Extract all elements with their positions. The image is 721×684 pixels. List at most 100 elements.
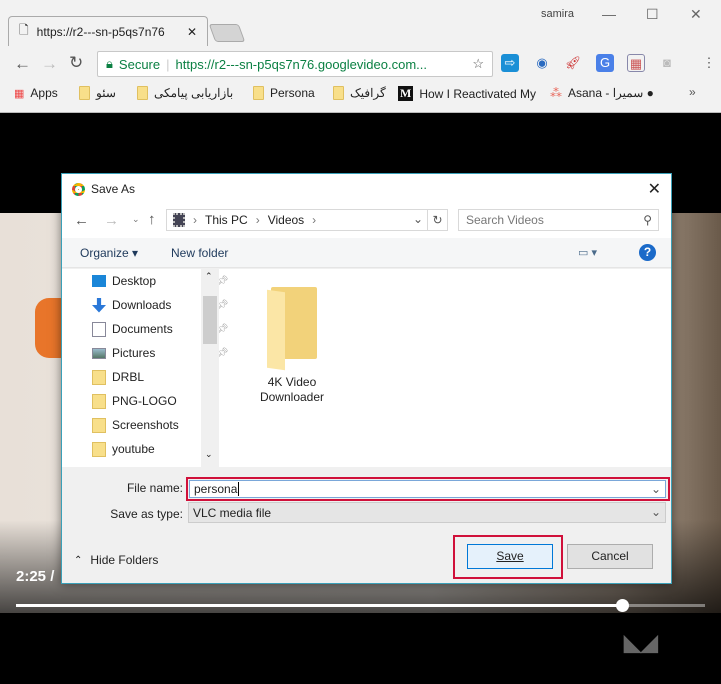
recent-chevron-icon[interactable]: ⌄ <box>132 214 140 225</box>
file-name-input[interactable]: persona ⌄ <box>189 480 666 498</box>
bookmark-apps[interactable]: ▦ Apps <box>14 86 58 100</box>
maximize-icon[interactable]: ☐ <box>646 6 659 23</box>
bookmark-folder[interactable]: بازاریابی پیامکی <box>137 86 233 100</box>
bookmark-link[interactable]: ⁂ Asana - سمیرا ● <box>550 86 654 100</box>
profile-name[interactable]: samira <box>541 8 574 20</box>
folder-icon <box>137 86 148 100</box>
menu-icon[interactable]: ⋮ <box>700 54 718 72</box>
nav-item-png-logo[interactable]: PNG-LOGO <box>92 391 177 411</box>
nav-item-label: youtube <box>112 442 155 456</box>
view-options-icon[interactable]: ▭ ▾ <box>578 246 597 259</box>
back-icon[interactable]: ← <box>74 212 89 229</box>
browser-tab[interactable]: 🗋 https://r2---sn-p5qs7n76 ✕ <box>8 16 208 46</box>
watermark-logo: ◢◣ <box>624 630 658 655</box>
camera-icon[interactable]: ◙ <box>658 54 676 72</box>
cancel-button[interactable]: Cancel <box>567 544 653 569</box>
scroll-up-icon[interactable]: ⌃ <box>205 271 213 282</box>
folder-icon <box>92 393 106 409</box>
bookmark-label: بازاریابی پیامکی <box>154 86 234 100</box>
dialog-titlebar: Save As ✕ <box>62 174 671 204</box>
browser-chrome: 🗋 https://r2---sn-p5qs7n76 ✕ samira — ☐ … <box>0 0 721 113</box>
nav-item-youtube[interactable]: youtube <box>92 439 155 459</box>
scroll-down-icon[interactable]: ⌄ <box>205 449 213 460</box>
rocket-icon[interactable]: 🚀︎ <box>564 54 582 72</box>
video-time: 2:25 / <box>16 568 55 585</box>
save-type-label: Save as type: <box>110 507 183 521</box>
new-folder-button[interactable]: New folder <box>171 246 228 260</box>
save-type-select[interactable]: VLC media file ⌄ <box>188 502 666 523</box>
nav-scrollbar[interactable]: ⌃ ⌄ <box>201 269 219 467</box>
bookmark-folder[interactable]: Persona <box>253 86 315 100</box>
up-icon[interactable]: ↑ <box>148 211 156 228</box>
nav-item-downloads[interactable]: Downloads 📌︎ <box>92 295 229 315</box>
close-icon[interactable]: ✕ <box>648 179 661 199</box>
folder-icon <box>92 417 106 433</box>
hide-folders-label: Hide Folders <box>90 553 159 567</box>
extension-icon[interactable]: ⇨ <box>501 54 519 72</box>
hide-folders-button[interactable]: ⌃ Hide Folders <box>74 553 158 567</box>
chevron-down-icon[interactable]: ⌄ <box>651 505 661 519</box>
chevron-down-icon[interactable]: ⌄ <box>413 212 423 226</box>
pictures-icon <box>92 347 106 359</box>
nav-item-drbl[interactable]: DRBL <box>92 367 144 387</box>
progress-fill <box>16 604 623 607</box>
forward-icon[interactable]: → <box>104 212 119 229</box>
breadcrumb-item[interactable]: Videos <box>268 213 304 227</box>
reload-icon[interactable]: ↻ <box>69 53 83 73</box>
search-input[interactable]: Search Videos ⚲ <box>458 209 659 231</box>
documents-icon <box>92 321 106 337</box>
secure-label: Secure <box>118 56 161 72</box>
desktop-icon <box>92 275 106 287</box>
video-progress-bar[interactable] <box>16 599 705 612</box>
breadcrumb[interactable]: › This PC › Videos › ⌄ ↻ <box>166 209 448 231</box>
forward-icon[interactable]: → <box>41 54 58 74</box>
videos-library-icon <box>173 213 185 227</box>
chevron-down-icon[interactable]: ⌄ <box>651 482 661 496</box>
save-button[interactable]: Save <box>467 544 553 569</box>
nav-item-pictures[interactable]: Pictures 📌︎ <box>92 343 229 363</box>
nav-item-label: Pictures <box>112 346 156 360</box>
bookmark-folder[interactable]: سئو <box>79 86 116 100</box>
bookmark-star-icon[interactable]: ☆ <box>472 56 484 72</box>
bookmark-label: گرافیک <box>350 86 386 100</box>
close-window-icon[interactable]: ✕ <box>690 6 702 23</box>
dialog-title: Save As <box>91 182 136 196</box>
help-icon[interactable]: ? <box>639 244 656 261</box>
bookmark-folder[interactable]: گرافیک <box>333 86 386 100</box>
downloads-icon <box>92 297 106 313</box>
scroll-thumb[interactable] <box>203 296 217 344</box>
nav-item-label: Screenshots <box>112 418 179 432</box>
extension-icon[interactable]: ▦ <box>627 54 645 72</box>
lock-icon: 🔒︎ <box>106 56 113 71</box>
extension-icon[interactable]: ◉ <box>533 54 551 72</box>
folder-icon <box>267 287 317 371</box>
folder-icon <box>333 86 344 100</box>
nav-item-label: Downloads <box>112 298 172 312</box>
bookmark-link[interactable]: M How I Reactivated My <box>398 86 548 101</box>
chevron-up-icon: ⌃ <box>74 554 83 566</box>
organize-button[interactable]: Organize ▾ <box>80 246 138 260</box>
bookmark-label: Persona <box>270 86 315 100</box>
save-type-value: VLC media file <box>193 505 272 520</box>
file-name-label: File name: <box>126 481 183 495</box>
page-icon: 🗋 <box>19 23 29 37</box>
breadcrumb-item[interactable]: This PC <box>205 213 248 227</box>
chrome-logo-icon <box>72 182 85 196</box>
bookmarks-overflow-button[interactable]: » <box>689 85 696 99</box>
nav-row: ← → ⌄ ↑ › This PC › Videos › ⌄ ↻ Search … <box>62 204 671 238</box>
address-bar[interactable]: 🔒︎ Secure | https://r2---sn-p5qs7n76.goo… <box>97 51 493 77</box>
nav-item-screenshots[interactable]: Screenshots <box>92 415 179 435</box>
nav-item-desktop[interactable]: Desktop 📌︎ <box>92 271 229 291</box>
minimize-icon[interactable]: — <box>602 6 616 22</box>
translate-icon[interactable]: G <box>596 54 614 72</box>
browser-pane: Desktop 📌︎ Downloads 📌︎ Documents 📌︎ Pictures 📌… <box>62 269 671 467</box>
folder-item[interactable]: 4K Video Downloader <box>242 287 342 405</box>
nav-item-documents[interactable]: Documents 📌︎ <box>92 319 229 339</box>
back-icon[interactable]: ← <box>14 54 31 74</box>
medium-icon: M <box>398 86 414 101</box>
refresh-icon[interactable]: ↻ <box>427 210 447 230</box>
close-tab-icon[interactable]: ✕ <box>187 25 197 39</box>
search-icon: ⚲ <box>643 213 652 227</box>
asana-icon: ⁂ <box>550 86 562 100</box>
new-tab-button[interactable] <box>208 24 246 42</box>
